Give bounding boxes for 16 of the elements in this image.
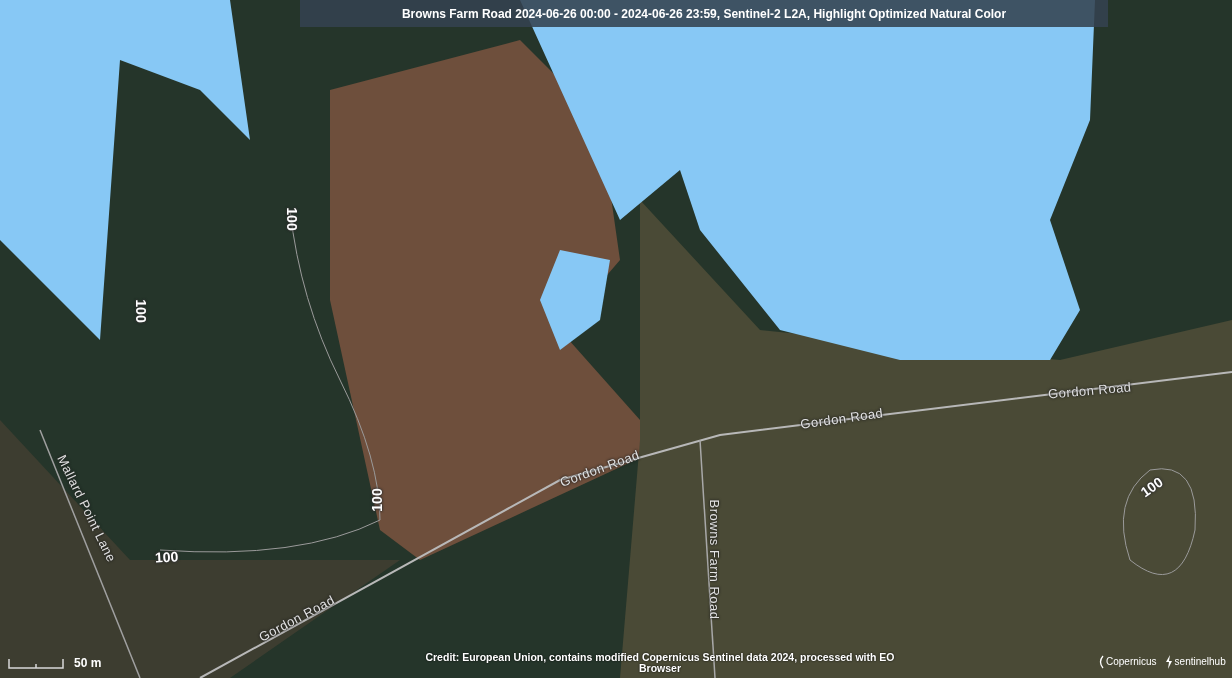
satellite-map-drawing[interactable] [0,0,1232,678]
contour-label: 100 [1138,474,1166,500]
scale-bar-icon [8,659,64,669]
road-label: Gordon Road [1047,380,1132,401]
road-label: Gordon Road [799,406,885,431]
scale-label: 50 m [74,657,102,669]
contour-label: 100 [133,299,148,323]
sentinelhub-logo[interactable]: sentinelhub [1164,655,1226,669]
road-label: Browns Farm Road [708,499,722,620]
contour-label: 100 [284,207,299,231]
copernicus-logo[interactable]: Copernicus [1098,655,1157,669]
contour-label: 100 [154,549,179,565]
map-title: Browns Farm Road 2024-06-26 00:00 - 2024-06-26 23:59, Sentinel-2 L2A, Highlight Optimized Natural Color [401,6,1007,21]
credit-text: Credit: European Union, contains modified Copernicus Sentinel data 2024, processed with EO Browser [424,652,896,673]
road-label: Gordon Road [558,448,642,489]
contour-label: 100 [369,488,384,512]
